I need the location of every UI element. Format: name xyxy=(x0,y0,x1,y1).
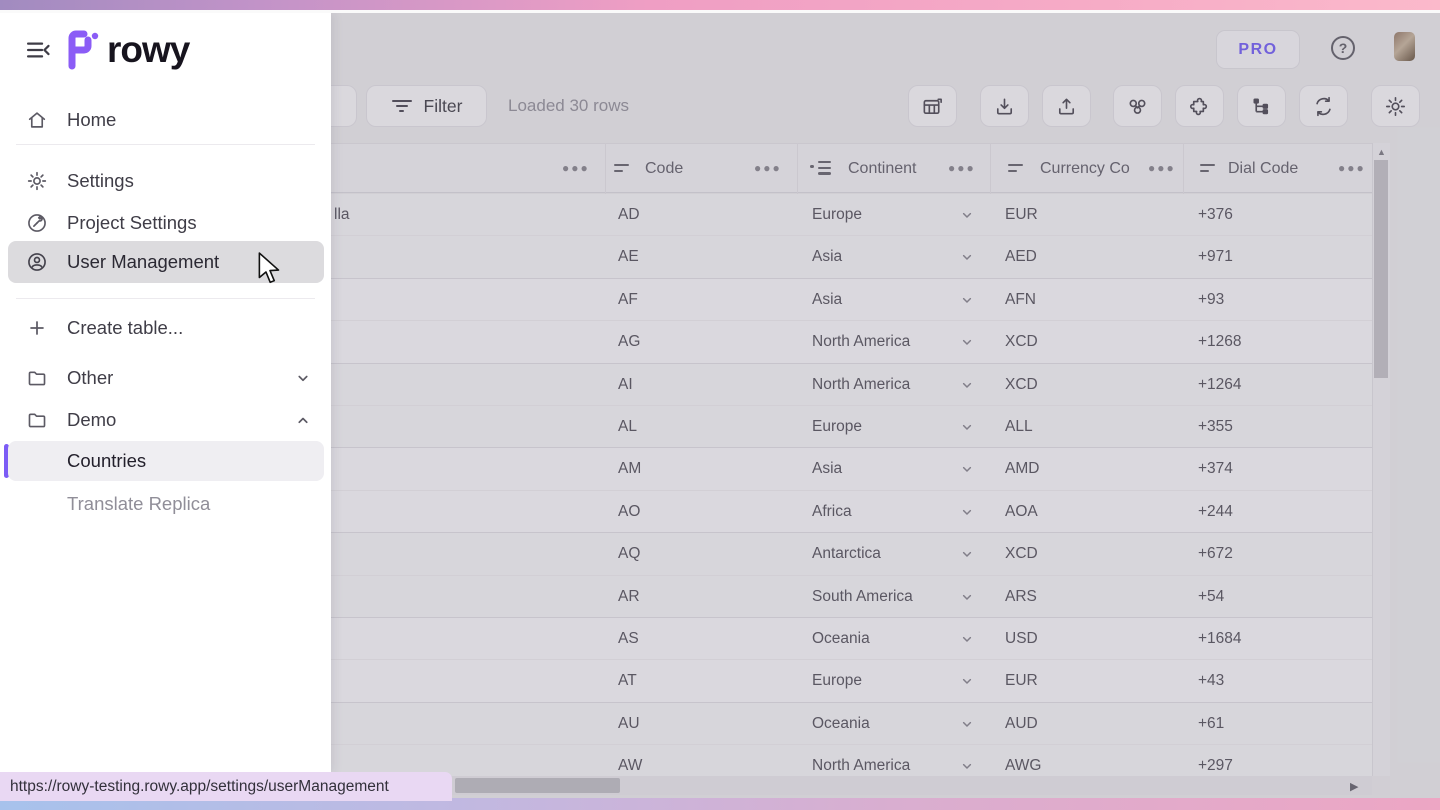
top-divider xyxy=(0,10,1440,13)
sidebar-item-project-settings[interactable]: Project Settings xyxy=(8,204,324,242)
sidebar-item-demo[interactable]: Demo xyxy=(8,401,324,439)
mouse-cursor xyxy=(257,252,283,286)
menu-open-icon xyxy=(24,36,52,64)
person-circle-icon xyxy=(26,251,48,273)
divider xyxy=(16,298,315,299)
logo-wordmark[interactable]: rowy xyxy=(107,29,189,71)
rowy-logo-icon[interactable] xyxy=(64,28,104,72)
folder-icon xyxy=(26,409,48,431)
plus-icon xyxy=(26,317,48,339)
collapse-menu-button[interactable] xyxy=(24,36,52,64)
divider xyxy=(16,144,315,145)
status-url-text: https://rowy-testing.rowy.app/settings/u… xyxy=(10,778,389,796)
chevron-down-icon[interactable] xyxy=(293,368,313,388)
sidebar-item-translate-replica[interactable]: Translate Replica xyxy=(8,485,324,523)
navigation-drawer: rowy Home Settings Project Settings User… xyxy=(0,13,331,773)
sidebar-item-create-table[interactable]: Create table... xyxy=(8,309,324,347)
status-url-tooltip: https://rowy-testing.rowy.app/settings/u… xyxy=(0,772,452,801)
top-gradient-bar xyxy=(0,0,1440,10)
gear-icon xyxy=(26,170,48,192)
home-icon xyxy=(26,109,48,131)
folder-icon xyxy=(26,367,48,389)
sidebar-item-home[interactable]: Home xyxy=(8,101,324,139)
chevron-up-icon[interactable] xyxy=(293,410,313,430)
sidebar-item-other[interactable]: Other xyxy=(8,359,324,397)
wrench-circle-icon xyxy=(26,212,48,234)
sidebar-item-countries[interactable]: Countries xyxy=(8,441,324,481)
sidebar-item-settings[interactable]: Settings xyxy=(8,162,324,200)
